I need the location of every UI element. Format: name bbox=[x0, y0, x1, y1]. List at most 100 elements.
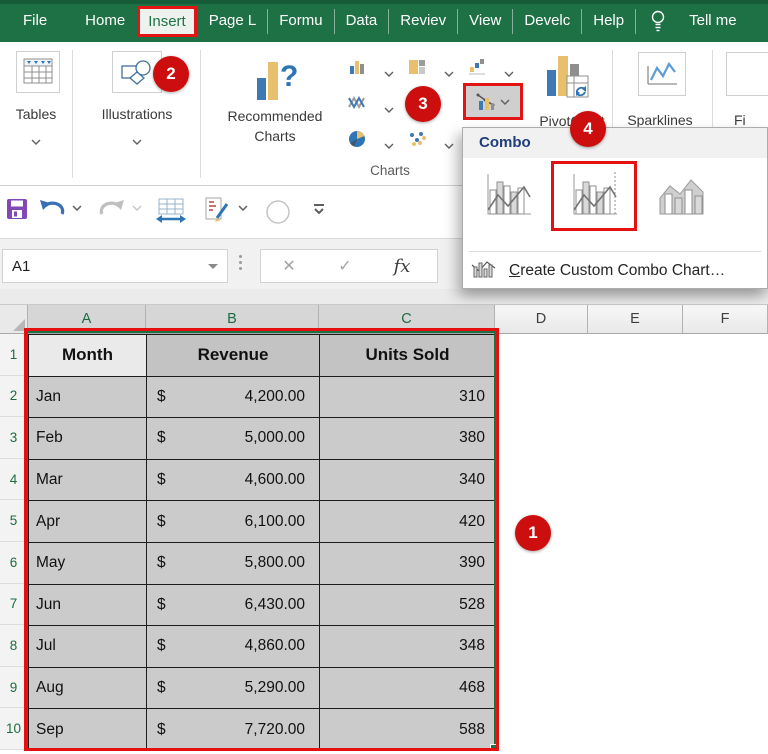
cell-a3[interactable]: Feb bbox=[29, 418, 147, 460]
tab-home[interactable]: Home bbox=[76, 0, 134, 42]
column-header-d[interactable]: D bbox=[495, 305, 588, 334]
tables-label[interactable]: Tables bbox=[0, 106, 72, 122]
tab-review[interactable]: Reviev bbox=[391, 0, 455, 42]
recommended-charts-label-line2[interactable]: Charts bbox=[205, 128, 345, 144]
cell-c9[interactable]: 468 bbox=[320, 668, 496, 710]
row-header-2[interactable]: 2 bbox=[0, 376, 28, 418]
recommended-charts-label-line1[interactable]: Recommended bbox=[205, 108, 345, 124]
recommended-charts-button[interactable]: ? bbox=[255, 54, 301, 109]
chevron-down-icon[interactable] bbox=[504, 64, 514, 82]
tables-button[interactable] bbox=[16, 51, 60, 93]
tab-data[interactable]: Data bbox=[337, 0, 387, 42]
pie-chart-button[interactable] bbox=[348, 130, 366, 153]
undo-dropdown-chevron[interactable] bbox=[72, 205, 82, 211]
combo-option-stacked-area-clustered-column[interactable] bbox=[653, 168, 707, 222]
waterfall-chart-button[interactable] bbox=[468, 58, 486, 81]
tab-developer[interactable]: Develc bbox=[515, 0, 579, 42]
row-header-3[interactable]: 3 bbox=[0, 417, 28, 459]
sparklines-label[interactable]: Sparklines bbox=[608, 112, 712, 128]
cell-c4[interactable]: 340 bbox=[320, 460, 496, 502]
cell-b9[interactable]: $5,290.00 bbox=[147, 668, 320, 710]
column-header-b[interactable]: B bbox=[146, 305, 319, 334]
row-header-5[interactable]: 5 bbox=[0, 500, 28, 542]
select-all-button[interactable] bbox=[0, 305, 28, 334]
column-header-a[interactable]: A bbox=[28, 305, 146, 334]
tell-me-box[interactable]: Tell me bbox=[680, 0, 746, 42]
tab-formulas[interactable]: Formu bbox=[270, 0, 331, 42]
edit-list-icon[interactable] bbox=[202, 197, 230, 224]
cell-c2[interactable]: 310 bbox=[320, 377, 496, 419]
cell-c7[interactable]: 528 bbox=[320, 585, 496, 627]
filters-button[interactable] bbox=[726, 52, 768, 96]
column-header-c[interactable]: C bbox=[319, 305, 495, 334]
oval-shape-icon[interactable] bbox=[264, 199, 292, 227]
cell-a2[interactable]: Jan bbox=[29, 377, 147, 419]
cell-b4[interactable]: $4,600.00 bbox=[147, 460, 320, 502]
chevron-down-icon[interactable] bbox=[384, 64, 394, 82]
undo-icon[interactable] bbox=[38, 198, 66, 220]
row-header-6[interactable]: 6 bbox=[0, 542, 28, 584]
cell-b5[interactable]: $6,100.00 bbox=[147, 501, 320, 543]
tab-insert[interactable]: Insert bbox=[137, 6, 197, 37]
cell-c3[interactable]: 380 bbox=[320, 418, 496, 460]
filters-label[interactable]: Fi bbox=[728, 112, 768, 128]
cell-b1[interactable]: Revenue bbox=[147, 335, 320, 377]
row-header-1[interactable]: 1 bbox=[0, 334, 28, 376]
save-icon[interactable] bbox=[6, 198, 28, 220]
redo-dropdown-chevron[interactable] bbox=[132, 205, 142, 211]
chevron-down-icon[interactable] bbox=[384, 100, 394, 118]
cell-a10[interactable]: Sep bbox=[29, 709, 147, 751]
illustrations-label[interactable]: Illustrations bbox=[74, 106, 200, 122]
chevron-down-icon[interactable] bbox=[132, 132, 142, 150]
chevron-down-icon[interactable] bbox=[444, 64, 454, 82]
column-chart-button[interactable] bbox=[348, 58, 366, 81]
cell-b10[interactable]: $7,720.00 bbox=[147, 709, 320, 751]
cell-b8[interactable]: $4,860.00 bbox=[147, 626, 320, 668]
formula-bar-resize-handle[interactable] bbox=[239, 255, 242, 270]
cell-b6[interactable]: $5,800.00 bbox=[147, 543, 320, 585]
row-header-4[interactable]: 4 bbox=[0, 459, 28, 501]
column-header-f[interactable]: F bbox=[683, 305, 768, 334]
create-custom-combo-chart-item[interactable]: Create Custom Combo Chart… bbox=[463, 252, 767, 289]
row-header-10[interactable]: 10 bbox=[0, 708, 28, 750]
cell-c10[interactable]: 588 bbox=[320, 709, 496, 751]
cell-c5[interactable]: 420 bbox=[320, 501, 496, 543]
combo-option-clustered-column-line[interactable] bbox=[481, 168, 535, 222]
tab-file[interactable]: File bbox=[14, 0, 56, 42]
line-chart-button[interactable] bbox=[348, 94, 366, 117]
cell-a9[interactable]: Aug bbox=[29, 668, 147, 710]
chevron-down-icon[interactable] bbox=[31, 132, 41, 150]
fill-handle[interactable] bbox=[490, 744, 498, 752]
enter-icon[interactable]: ✓ bbox=[317, 256, 373, 276]
insert-function-icon[interactable]: fx bbox=[373, 256, 431, 277]
name-box-dropdown-icon[interactable] bbox=[208, 264, 218, 269]
cell-a4[interactable]: Mar bbox=[29, 460, 147, 502]
chevron-down-icon[interactable] bbox=[444, 136, 454, 154]
row-header-9[interactable]: 9 bbox=[0, 667, 28, 709]
row-header-7[interactable]: 7 bbox=[0, 584, 28, 626]
cell-a1[interactable]: Month bbox=[29, 335, 147, 377]
cell-a8[interactable]: Jul bbox=[29, 626, 147, 668]
cell-b7[interactable]: $6,430.00 bbox=[147, 585, 320, 627]
cell-c1[interactable]: Units Sold bbox=[320, 335, 496, 377]
cell-b2[interactable]: $4,200.00 bbox=[147, 377, 320, 419]
sparklines-button[interactable] bbox=[638, 52, 686, 96]
row-header-8[interactable]: 8 bbox=[0, 625, 28, 667]
tab-page-layout[interactable]: Page L bbox=[200, 0, 266, 42]
cell-a6[interactable]: May bbox=[29, 543, 147, 585]
cell-a7[interactable]: Jun bbox=[29, 585, 147, 627]
combo-chart-button[interactable] bbox=[463, 83, 523, 120]
tab-view[interactable]: View bbox=[460, 0, 510, 42]
scatter-chart-button[interactable] bbox=[408, 130, 426, 153]
column-header-e[interactable]: E bbox=[588, 305, 683, 334]
chevron-down-icon[interactable] bbox=[384, 136, 394, 154]
name-box[interactable]: A1 bbox=[2, 249, 228, 283]
cell-a5[interactable]: Apr bbox=[29, 501, 147, 543]
cell-b3[interactable]: $5,000.00 bbox=[147, 418, 320, 460]
pivotchart-button[interactable] bbox=[545, 52, 591, 105]
hierarchy-chart-button[interactable] bbox=[408, 58, 426, 81]
tab-help[interactable]: Help bbox=[584, 0, 633, 42]
redo-icon[interactable] bbox=[98, 198, 126, 220]
customize-toolbar-icon[interactable] bbox=[312, 203, 326, 216]
column-width-icon[interactable] bbox=[156, 198, 186, 224]
